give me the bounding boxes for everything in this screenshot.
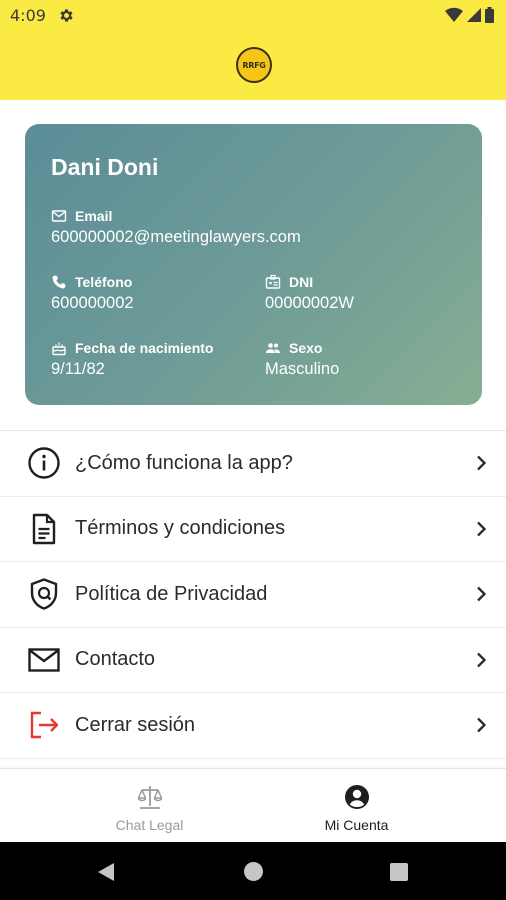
phone-field: Teléfono 600000002	[51, 274, 134, 313]
chevron-right-icon	[477, 455, 487, 471]
settings-gear-icon	[60, 9, 73, 22]
status-time: 4:09	[10, 6, 46, 25]
menu-item-how-it-works[interactable]: ¿Cómo funciona la app?	[0, 431, 506, 497]
dni-field: DNI 00000002W	[265, 274, 354, 313]
phone-value: 600000002	[51, 294, 134, 312]
menu-item-label: ¿Cómo funciona la app?	[75, 451, 293, 474]
menu-item-label: Política de Privacidad	[75, 582, 268, 605]
logout-icon	[30, 712, 59, 739]
account-circle-icon	[344, 785, 369, 809]
chevron-right-icon	[477, 652, 487, 668]
people-icon	[266, 343, 280, 353]
birth-value: 9/11/82	[51, 360, 105, 378]
info-icon	[28, 447, 60, 479]
chevron-right-icon	[477, 586, 487, 602]
tab-mi-cuenta[interactable]: Mi Cuenta	[230, 769, 483, 843]
birth-field: Fecha de nacimiento 9/11/82	[51, 340, 213, 379]
email-label: Email	[75, 208, 113, 224]
signal-icon	[467, 8, 481, 22]
chevron-right-icon	[477, 717, 487, 733]
menu-item-logout[interactable]: Cerrar sesión	[0, 693, 506, 759]
email-value: 600000002@meetinglawyers.com	[51, 228, 301, 246]
mail-icon	[51, 210, 67, 222]
shield-icon	[30, 578, 58, 610]
id-card-icon	[265, 274, 281, 289]
sex-field: Sexo Masculino	[265, 340, 339, 379]
dni-value: 00000002W	[265, 294, 354, 312]
document-icon	[32, 513, 56, 544]
recents-icon[interactable]	[390, 863, 408, 881]
email-field: Email 600000002@meetinglawyers.com	[51, 208, 301, 247]
dni-label: DNI	[289, 274, 314, 290]
scale-icon	[137, 786, 162, 809]
menu-item-label: Contacto	[75, 648, 156, 671]
account-menu: ¿Cómo funciona la app? Términos y condic…	[0, 430, 506, 759]
menu-item-contact[interactable]: Contacto	[0, 628, 506, 693]
status-bar: 4:09	[0, 0, 506, 32]
menu-item-label: Cerrar sesión	[75, 713, 196, 736]
system-icons	[445, 6, 494, 24]
bottom-navigation: Chat Legal Mi Cuenta	[0, 768, 506, 842]
battery-icon	[485, 7, 494, 23]
profile-name: Dani Doni	[51, 154, 159, 180]
tab-label: Mi Cuenta	[324, 817, 389, 833]
menu-item-terms[interactable]: Términos y condiciones	[0, 497, 506, 562]
phone-label: Teléfono	[75, 274, 133, 290]
chevron-right-icon	[477, 521, 487, 537]
birth-label: Fecha de nacimiento	[75, 340, 214, 356]
menu-item-label: Términos y condiciones	[75, 517, 286, 540]
app-header: 4:09 RRFG	[0, 0, 506, 100]
cake-icon	[52, 342, 66, 356]
app-logo: RRFG	[236, 47, 272, 83]
menu-item-privacy[interactable]: Política de Privacidad	[0, 562, 506, 628]
sex-label: Sexo	[289, 340, 323, 356]
profile-card: Dani Doni Email 600000002@meetinglawyers…	[25, 124, 482, 405]
wifi-icon	[445, 7, 463, 23]
back-icon[interactable]	[97, 862, 115, 882]
home-icon[interactable]	[244, 862, 263, 881]
system-navigation-bar	[0, 842, 506, 900]
mail-icon	[28, 648, 60, 672]
sex-value: Masculino	[265, 360, 340, 378]
phone-icon	[52, 275, 66, 289]
